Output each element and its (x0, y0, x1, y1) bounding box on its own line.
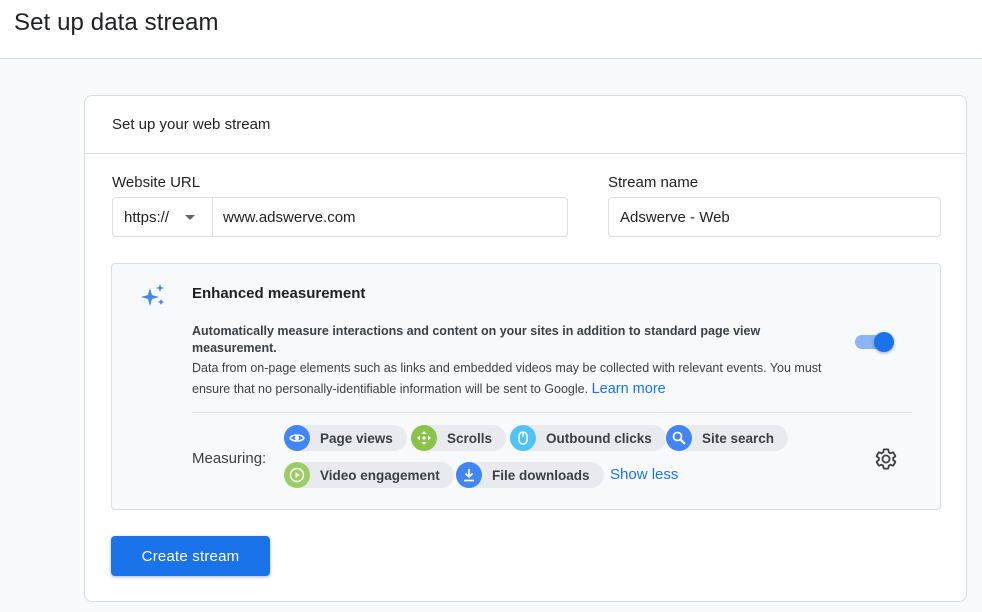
card-title: Set up your web stream (112, 116, 271, 133)
protocol-value: https:// (124, 209, 170, 226)
chip-outbound-clicks: Outbound clicks (510, 425, 666, 451)
create-stream-button[interactable]: Create stream (111, 536, 270, 576)
website-url-field: https:// www.adswerve.com (112, 197, 568, 237)
top-bar: Set up data stream (0, 0, 982, 59)
sparkle-icon (141, 284, 164, 306)
stream-name-field[interactable]: Adswerve - Web (608, 197, 941, 237)
stream-name-input[interactable]: Adswerve - Web (620, 209, 730, 226)
mouse-icon (510, 425, 536, 451)
chip-label: File downloads (492, 467, 590, 483)
card-header: Set up your web stream (85, 96, 966, 154)
protocol-select[interactable]: https:// (113, 198, 213, 236)
enhanced-measurement-title: Enhanced measurement (192, 285, 366, 302)
caret-down-icon (185, 215, 195, 220)
page-title: Set up data stream (14, 9, 219, 36)
eye-icon (284, 425, 310, 451)
divider (192, 412, 912, 413)
chip-label: Page views (320, 430, 393, 446)
chip-scrolls: Scrolls (411, 425, 507, 451)
measuring-label: Measuring: (192, 450, 267, 467)
chip-label: Video engagement (320, 467, 440, 483)
toggle-knob (874, 332, 894, 352)
enhanced-measurement-note-text: Data from on-page elements such as links… (192, 361, 822, 396)
web-stream-card: Set up your web stream Website URL https… (84, 95, 967, 602)
website-url-label: Website URL (112, 174, 201, 191)
chip-label: Site search (702, 430, 775, 446)
search-icon (666, 425, 692, 451)
enhanced-measurement-panel: Enhanced measurement Automatically measu… (111, 263, 941, 510)
play-icon (284, 462, 310, 488)
learn-more-link[interactable]: Learn more (592, 381, 666, 397)
website-url-input[interactable]: www.adswerve.com (223, 209, 356, 226)
move-arrows-icon (411, 425, 437, 451)
download-icon (456, 462, 482, 488)
chip-label: Outbound clicks (546, 430, 652, 446)
enhanced-measurement-toggle[interactable] (855, 332, 895, 352)
enhanced-measurement-description: Automatically measure interactions and c… (192, 324, 761, 355)
show-less-link[interactable]: Show less (610, 466, 678, 483)
stream-name-label: Stream name (608, 174, 699, 191)
chip-site-search: Site search (666, 425, 789, 451)
gear-icon[interactable] (874, 447, 898, 471)
chip-video-engagement: Video engagement (284, 462, 454, 488)
chip-page-views: Page views (284, 425, 407, 451)
chip-label: Scrolls (447, 430, 493, 446)
chip-file-downloads: File downloads (456, 462, 604, 488)
enhanced-measurement-note: Data from on-page elements such as links… (192, 358, 862, 400)
